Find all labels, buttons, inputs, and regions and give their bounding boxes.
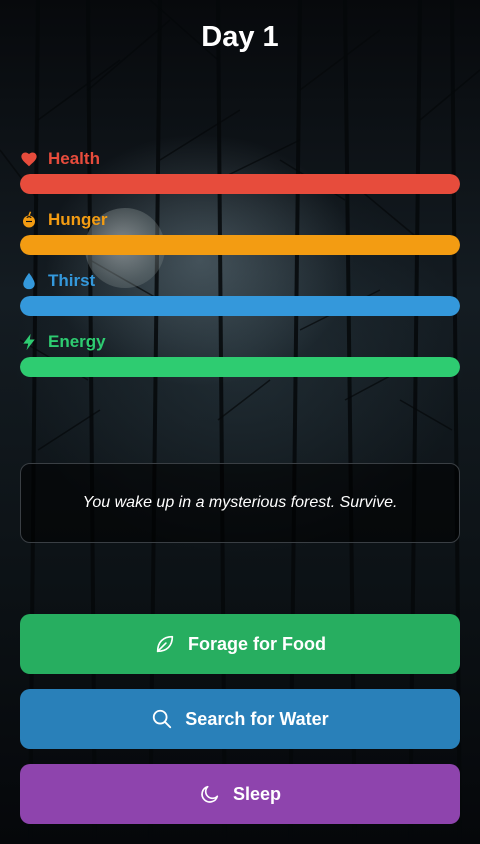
health-bar-fill	[20, 174, 460, 194]
stat-label-energy: Energy	[48, 332, 106, 351]
hunger-bar-fill	[20, 235, 460, 255]
stat-hunger: Hunger	[20, 209, 460, 255]
thirst-bar-fill	[20, 296, 460, 316]
lightning-icon	[20, 333, 38, 351]
energy-bar	[20, 357, 460, 377]
hunger-bar	[20, 235, 460, 255]
energy-bar-fill	[20, 357, 460, 377]
search-water-button[interactable]: Search for Water	[20, 689, 460, 749]
stat-label-thirst: Thirst	[48, 271, 96, 290]
health-bar	[20, 174, 460, 194]
search-icon	[151, 708, 173, 730]
leaf-icon	[154, 633, 176, 655]
stat-health: Health	[20, 148, 460, 194]
moon-icon	[199, 783, 221, 805]
forage-button[interactable]: Forage for Food	[20, 614, 460, 674]
message-box: You wake up in a mysterious forest. Surv…	[20, 463, 460, 543]
day-title: Day 1	[201, 21, 279, 53]
stat-thirst: Thirst	[20, 270, 460, 316]
water-drop-icon	[20, 272, 38, 290]
heart-icon	[20, 150, 38, 168]
sleep-button-label: Sleep	[232, 783, 282, 804]
stat-label-hunger: Hunger	[48, 210, 108, 229]
stat-energy: Energy	[20, 331, 460, 377]
thirst-bar	[20, 296, 460, 316]
forage-button-label: Forage for Food	[188, 633, 326, 654]
search-water-button-label: Search for Water	[185, 708, 329, 729]
message-text: You wake up in a mysterious forest. Surv…	[82, 494, 398, 511]
food-icon	[20, 211, 38, 229]
sleep-button[interactable]: Sleep	[20, 764, 460, 824]
stat-label-health: Health	[48, 149, 100, 168]
